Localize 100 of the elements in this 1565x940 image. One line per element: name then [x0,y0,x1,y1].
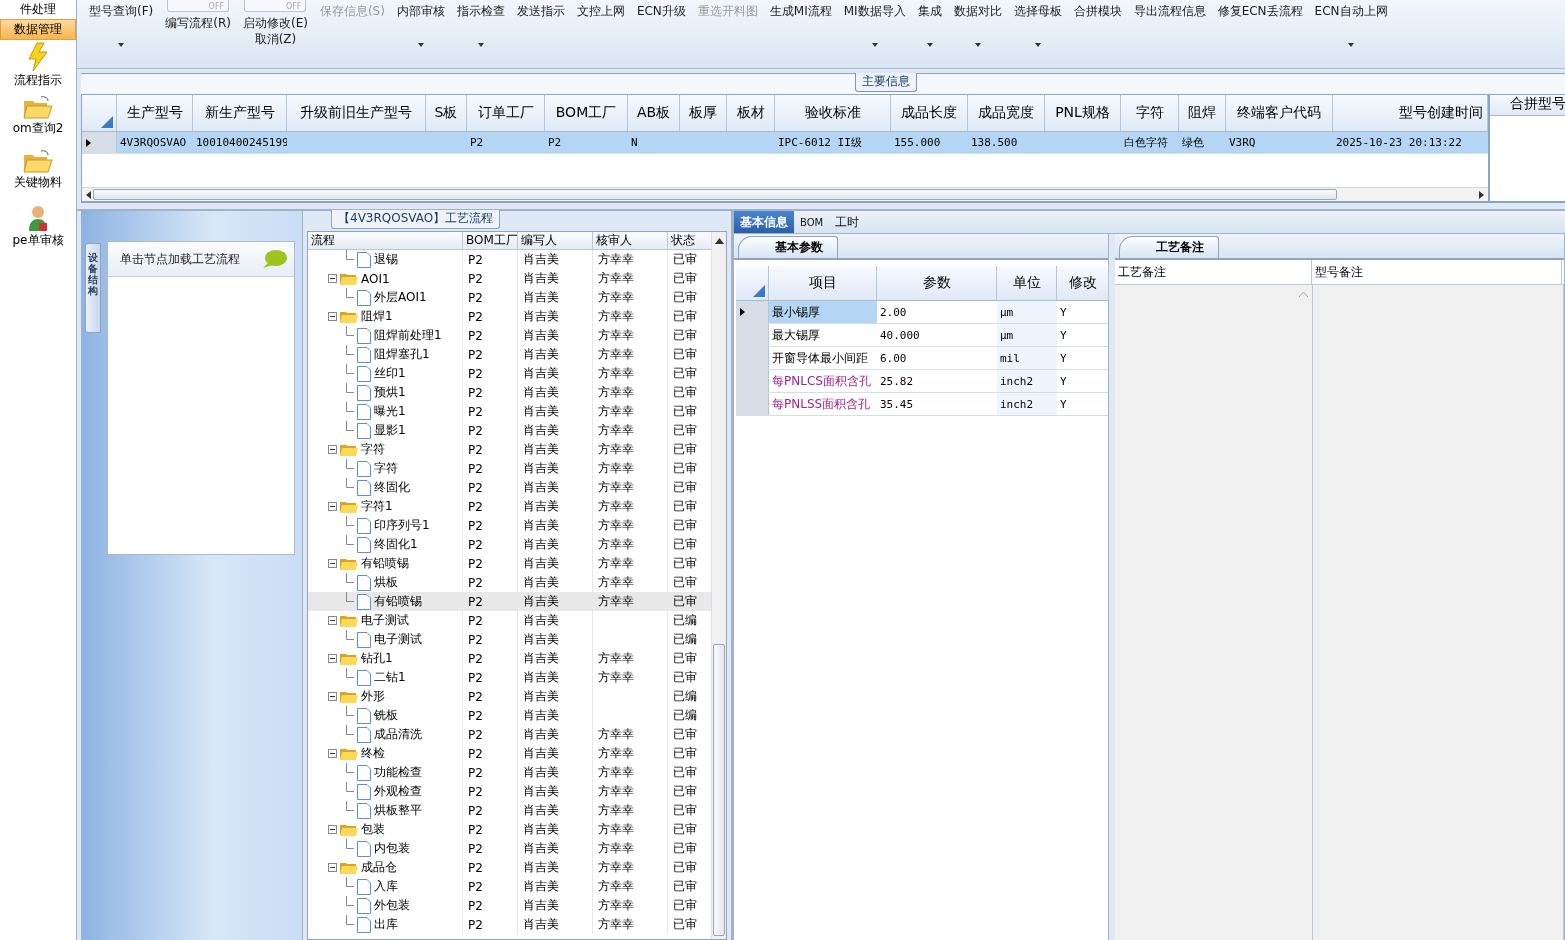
toolbar-button[interactable]: 合拼模块 [1067,0,1128,66]
tab[interactable]: 工艺备注 [1119,236,1219,258]
column-header[interactable]: 型号创建时间 [1333,95,1488,131]
toolbar-button[interactable]: 导出流程信息 [1127,0,1212,66]
toolbar-button[interactable]: 型号查询(F) [83,0,160,66]
table-row[interactable]: 最大锡厚 40.000 µm Y [736,324,1108,347]
collapse-icon[interactable] [328,692,337,701]
sidebar-item[interactable]: 数据管理 [0,19,76,40]
folder-icon [340,442,358,457]
column-header[interactable]: 成品宽度 [968,95,1045,131]
param-name: 最小锡厚 [769,301,877,323]
toolbar-button[interactable]: OFF 编写流程(R) [159,0,237,60]
column-header[interactable]: AB板 [628,95,680,131]
toolbar-button[interactable]: ECN自动上网 [1308,0,1394,66]
table-cell-text: 6.00 [879,350,908,367]
column-header[interactable]: 单位 [997,266,1057,300]
toolbar-button[interactable]: 选择母板 [1007,0,1068,66]
table-row[interactable]: 每PNLCS面积含孔 25.82 inch2 Y [736,370,1108,393]
table-cell-text: 白色字符 [1123,135,1169,151]
table-row[interactable]: 开窗导体最小间距 6.00 mil Y [736,347,1108,370]
column-header[interactable]: 板厚 [680,95,727,131]
tab[interactable]: BOM [794,211,830,233]
toolbar-button[interactable]: 修复ECN丢流程 [1211,0,1309,66]
column-header[interactable]: 生产型号 [117,95,193,131]
collapse-icon[interactable] [328,616,337,625]
collapse-icon[interactable] [328,502,337,511]
collapse-icon[interactable] [328,825,337,834]
column-header[interactable]: BOM工厂 [545,95,628,131]
table-cell-text: 138.500 [970,135,1019,151]
scroll-right-icon[interactable] [1479,190,1484,199]
sidebar-item[interactable]: pe单审核 [0,202,76,256]
table-cell-text: P2 [547,135,563,151]
column-header[interactable]: 升级前旧生产型号 [287,95,426,131]
column-header[interactable]: 合拼型号 [1490,95,1565,116]
toolbar-button[interactable]: 数据对比 [947,0,1008,66]
scroll-up-icon[interactable] [714,238,724,244]
table-cell-text: Y [1059,327,1068,344]
column-header[interactable]: 终端客户代码 [1226,95,1333,131]
toolbar-button[interactable]: 指示检查 [450,0,511,66]
sidebar-item[interactable]: om查询2 [0,94,76,148]
column-header[interactable]: 核审人 [593,232,668,249]
table-row[interactable]: 每PNLSS面积含孔 35.45 inch2 Y [736,393,1108,416]
column-header[interactable]: 编写人 [518,232,593,249]
toolbar-button[interactable]: 内部审核 [390,0,451,66]
collapse-icon[interactable] [328,749,337,758]
column-header[interactable]: 字符 [1121,95,1179,131]
column-header[interactable]: 成品长度 [891,95,968,131]
step-name: 出库 [374,916,398,933]
vertical-tab[interactable]: 设备结构 [85,243,101,333]
param-name: 每PNLCS面积含孔 [771,372,872,390]
step-name: 曝光1 [374,403,406,420]
column-header[interactable]: 参数 [877,266,997,300]
sidebar-item[interactable]: 件处理 [0,0,76,19]
column-header[interactable]: 板材 [727,95,775,131]
sidebar-item[interactable]: 流程指示 [0,40,76,94]
collapse-icon[interactable] [328,274,337,283]
tab[interactable]: 基本信息 [734,211,794,233]
toolbar-button[interactable]: 生成MI流程 [763,0,838,66]
column-header[interactable]: BOM工厂 [463,232,518,249]
toolbar-button[interactable]: 文控上网 [570,0,631,66]
sidebar-item[interactable]: 关键物料 [0,148,76,202]
column-header[interactable]: PNL规格 [1045,95,1121,131]
document-icon [357,403,371,420]
column-header[interactable]: 项目 [769,266,877,300]
column-header[interactable]: 型号备注 [1312,260,1562,284]
folder-icon [23,150,53,174]
param-name: 每PNLSS面积含孔 [771,395,872,413]
scroll-left-icon[interactable] [86,190,91,199]
collapse-icon[interactable] [328,559,337,568]
tab[interactable]: 工时 [829,211,866,233]
column-header[interactable]: 修改 [1057,266,1109,300]
collapse-icon[interactable] [328,654,337,663]
table-cell-text: IPC-6012 II级 [777,135,863,151]
column-header[interactable]: 新生产型号 [193,95,287,131]
vertical-scrollbar[interactable] [711,232,726,939]
flow-row[interactable]: 有铅喷锡 P2 肖吉美 方幸幸 已审 [308,592,711,611]
column-header[interactable]: 订单工厂 [467,95,545,131]
folder-icon [340,651,358,666]
table-cell-text: Y [1059,304,1068,321]
table-row[interactable]: 最小锡厚 2.00 µm Y [736,301,1108,324]
table-cell-text: 155.000 [893,135,942,151]
toolbar-button[interactable]: OFF 启动修改(E) 取消(Z) [236,0,314,60]
collapse-icon[interactable] [328,312,337,321]
tab[interactable]: 基本参数 [738,236,838,258]
toolbar-button[interactable]: 集成 [911,0,948,66]
folder-icon [340,746,358,761]
step-name: 电子测试 [374,631,422,648]
step-name: 有铅喷锡 [374,593,422,610]
column-header[interactable]: 阻焊 [1179,95,1226,131]
column-header[interactable]: 验收标准 [775,95,891,131]
horizontal-scrollbar[interactable] [82,187,1488,201]
toolbar-button[interactable]: MI数据导入 [837,0,912,66]
toolbar-button[interactable]: ECN升级 [630,0,692,66]
document-icon [357,536,371,553]
collapse-icon[interactable] [328,863,337,872]
column-header[interactable]: 流程 [308,232,463,249]
toolbar-button[interactable]: 发送指示 [510,0,571,66]
column-header[interactable]: S板 [426,95,467,131]
collapse-icon[interactable] [328,445,337,454]
column-header[interactable]: 工艺备注 [1115,260,1312,284]
